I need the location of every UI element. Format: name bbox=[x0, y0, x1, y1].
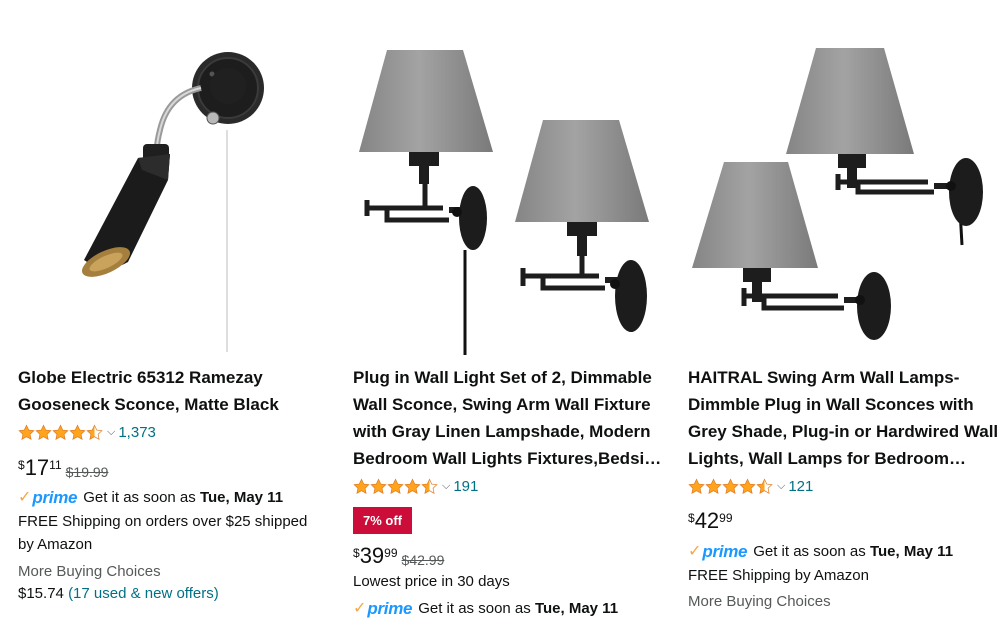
shipping-line: FREE Shipping on orders over $25 shipped bbox=[18, 513, 308, 530]
chevron-down-icon[interactable]: ⌵ bbox=[777, 480, 785, 493]
offers-link[interactable]: (17 used & new offers) bbox=[68, 585, 219, 602]
rating-row: ⌵ 121 bbox=[688, 475, 813, 497]
star-half-icon bbox=[86, 424, 103, 441]
rating-count-link[interactable]: 1,373 bbox=[118, 424, 156, 441]
chevron-down-icon[interactable]: ⌵ bbox=[107, 426, 115, 439]
star-icon bbox=[18, 424, 35, 441]
rating-row: ⌵ 1,373 bbox=[18, 421, 156, 443]
more-choices-price: $15.74 bbox=[18, 585, 64, 602]
price[interactable]: $ 39 99 $42.99 bbox=[353, 543, 444, 569]
star-icon bbox=[404, 478, 421, 495]
star-rating[interactable]: ⌵ bbox=[353, 478, 453, 495]
price-currency: $ bbox=[353, 546, 360, 560]
shipping-line: FREE Shipping by Amazon bbox=[688, 567, 869, 584]
prime-check-icon: ✓ bbox=[353, 600, 367, 617]
price-fraction: 11 bbox=[49, 458, 62, 472]
star-half-icon bbox=[756, 478, 773, 495]
more-buying-choices: More Buying Choices bbox=[688, 593, 831, 610]
rating-count-link[interactable]: 121 bbox=[788, 478, 813, 495]
price[interactable]: $ 42 99 bbox=[688, 508, 733, 534]
star-icon bbox=[705, 478, 722, 495]
more-buying-choices: More Buying Choices bbox=[18, 563, 161, 580]
product-image[interactable] bbox=[18, 40, 340, 355]
delivery-prefix: Get it as soon as bbox=[753, 543, 866, 560]
product-image[interactable] bbox=[688, 40, 1000, 355]
delivery-date: Tue, May 11 bbox=[869, 543, 954, 560]
price-note: Lowest price in 30 days bbox=[353, 573, 510, 590]
price-fraction: 99 bbox=[384, 546, 398, 560]
star-rating[interactable]: ⌵ bbox=[18, 424, 118, 441]
star-icon bbox=[69, 424, 86, 441]
product-title[interactable]: Globe Electric 65312 Ramezay Gooseneck S… bbox=[18, 364, 333, 418]
rating-row: ⌵ 191 bbox=[353, 475, 478, 497]
delivery-prefix: Get it as soon as bbox=[83, 489, 196, 506]
star-icon bbox=[688, 478, 705, 495]
rating-count-link[interactable]: 191 bbox=[453, 478, 478, 495]
product-title-link[interactable]: Plug in Wall Light Set of 2, Dimmable Wa… bbox=[353, 368, 664, 472]
product-card[interactable]: Globe Electric 65312 Ramezay Gooseneck S… bbox=[18, 0, 340, 607]
product-image[interactable] bbox=[353, 40, 675, 355]
prime-badge: ✓ prime bbox=[18, 488, 78, 507]
star-icon bbox=[35, 424, 52, 441]
delivery-date: Tue, May 11 bbox=[199, 489, 284, 506]
prime-check-icon: ✓ bbox=[688, 543, 702, 560]
star-icon bbox=[722, 478, 739, 495]
price-currency: $ bbox=[688, 511, 695, 525]
star-rating[interactable]: ⌵ bbox=[688, 478, 788, 495]
discount-badge: 7% off bbox=[353, 507, 412, 534]
prime-badge: ✓ prime bbox=[688, 542, 748, 561]
price-whole: 39 bbox=[359, 543, 385, 568]
price-currency: $ bbox=[18, 458, 25, 472]
product-title[interactable]: Plug in Wall Light Set of 2, Dimmable Wa… bbox=[353, 364, 668, 472]
delivery-row: ✓ prime Get it as soon as Tue, May 11 bbox=[688, 541, 1000, 563]
prime-badge: ✓ prime bbox=[353, 599, 413, 618]
chevron-down-icon[interactable]: ⌵ bbox=[442, 480, 450, 493]
star-icon bbox=[387, 478, 404, 495]
product-card[interactable]: Plug in Wall Light Set of 2, Dimmable Wa… bbox=[353, 0, 675, 618]
list-price: $19.99 bbox=[65, 464, 109, 480]
shipping-line-2: by Amazon bbox=[18, 536, 93, 553]
more-choices-row: $15.74 (17 used & new offers) bbox=[18, 583, 338, 605]
star-icon bbox=[370, 478, 387, 495]
price[interactable]: $ 17 11 $19.99 bbox=[18, 455, 108, 481]
product-card[interactable]: HAITRAL Swing Arm Wall Lamps-Dimmble Plu… bbox=[688, 0, 1000, 610]
star-icon bbox=[52, 424, 69, 441]
delivery-row: ✓ prime Get it as soon as Tue, May 11 bbox=[18, 487, 338, 509]
product-title-link[interactable]: HAITRAL Swing Arm Wall Lamps-Dimmble Plu… bbox=[688, 368, 998, 472]
star-icon bbox=[739, 478, 756, 495]
prime-check-icon: ✓ bbox=[18, 489, 32, 506]
product-title[interactable]: HAITRAL Swing Arm Wall Lamps-Dimmble Plu… bbox=[688, 364, 1000, 472]
price-whole: 42 bbox=[694, 508, 720, 533]
star-icon bbox=[353, 478, 370, 495]
price-whole: 17 bbox=[24, 455, 50, 480]
list-price: $42.99 bbox=[401, 552, 445, 568]
delivery-prefix: Get it as soon as bbox=[418, 600, 531, 617]
product-title-link[interactable]: Globe Electric 65312 Ramezay Gooseneck S… bbox=[18, 368, 279, 414]
price-fraction: 99 bbox=[719, 511, 733, 525]
delivery-date: Tue, May 11 bbox=[534, 600, 619, 617]
star-half-icon bbox=[421, 478, 438, 495]
delivery-row: ✓ prime Get it as soon as Tue, May 11 bbox=[353, 598, 673, 620]
